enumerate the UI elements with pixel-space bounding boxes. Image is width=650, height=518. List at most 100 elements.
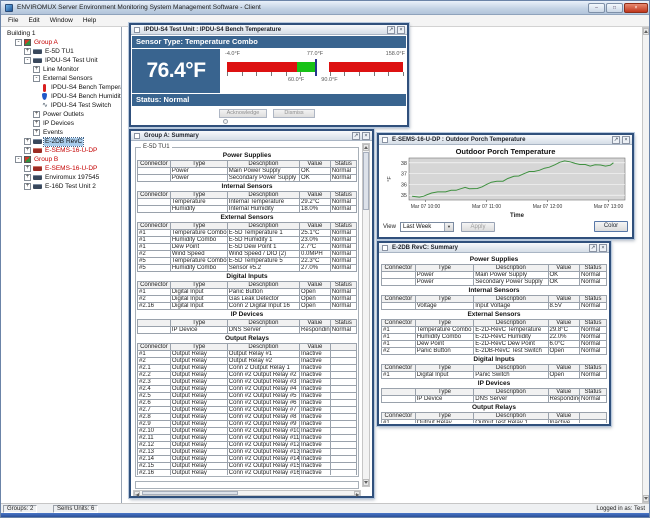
expand-icon[interactable]: +: [24, 48, 31, 55]
menu-item-help[interactable]: Help: [78, 15, 101, 26]
view-select[interactable]: Last Week ▼: [400, 222, 454, 232]
desktop-vertical-scrollbar[interactable]: [642, 27, 650, 503]
scroll-down-button[interactable]: [643, 495, 649, 502]
close-button[interactable]: ×: [624, 3, 648, 13]
application-window: ENVIROMUX Server Environment Monitoring …: [0, 0, 650, 518]
close-window-button[interactable]: ×: [397, 26, 405, 34]
expand-icon[interactable]: +: [33, 66, 40, 73]
table-cell: Dew Point: [170, 244, 227, 251]
color-button[interactable]: Color: [594, 221, 628, 232]
gauge-tick: [242, 72, 243, 76]
tree-item-external-sensors[interactable]: -External Sensors: [3, 74, 121, 83]
expand-icon[interactable]: +: [24, 183, 31, 190]
scrollbar-thumb[interactable]: [363, 152, 369, 210]
table-cell: 8.5V: [548, 303, 580, 310]
table-cell: E-2DB-RevC Test Switch: [474, 348, 548, 355]
scroll-up-button[interactable]: [363, 144, 369, 151]
apply-button[interactable]: Apply: [461, 222, 495, 232]
window-vertical-scrollbar[interactable]: [362, 143, 370, 487]
table-row: #2.12Output RelayConn #2 Output Relay #1…: [138, 442, 357, 449]
unit-summary-title-bar[interactable]: E-2DB RevC: Summary ↗ ×: [379, 243, 609, 253]
collapse-icon[interactable]: -: [15, 39, 22, 46]
expand-icon[interactable]: +: [33, 111, 40, 118]
collapse-icon[interactable]: -: [33, 75, 40, 82]
restore-window-button[interactable]: ↗: [612, 136, 620, 144]
tree-item-ipdu-s4-test-switch[interactable]: ∿IPDU-S4 Test Switch: [3, 101, 121, 110]
table-cell: Output Relay #1: [227, 351, 299, 358]
tree-item-ipdu-s4-bench-humidity[interactable]: IPDU-S4 Bench Humidity: [3, 92, 121, 101]
table-cell: #2.3: [138, 379, 171, 386]
maximize-button[interactable]: □: [606, 3, 623, 13]
tree-item-building-1[interactable]: Building 1: [3, 29, 121, 38]
expand-icon[interactable]: +: [24, 165, 31, 172]
expand-icon[interactable]: +: [24, 138, 31, 145]
expand-icon[interactable]: +: [24, 147, 31, 154]
close-window-button[interactable]: ×: [622, 136, 630, 144]
column-header: Description: [474, 265, 548, 272]
tree-item-enviromux-197545[interactable]: +Enviromux 197545: [3, 173, 121, 182]
menu-item-file[interactable]: File: [3, 15, 23, 26]
tree-item-line-monitor[interactable]: +Line Monitor: [3, 65, 121, 74]
column-header: Description: [227, 320, 299, 327]
table-header-row: ConnectorTypeDescriptionValue: [382, 413, 607, 420]
mdi-desktop: IPDU-S4 Test Unit : IPDU-S4 Bench Temper…: [122, 27, 650, 503]
y-tick-label: 38: [401, 161, 407, 167]
device-alarm-icon: [33, 148, 42, 153]
group-summary-title-bar[interactable]: Group A: Summary ↗ ×: [131, 131, 372, 141]
tree-item-ip-devices[interactable]: +IP Devices: [3, 119, 121, 128]
table-row: #5Temperature ComboE-5D Temperature 522.…: [138, 258, 357, 265]
column-header: [330, 344, 356, 351]
tree-item-group-a[interactable]: -Group A: [3, 38, 121, 47]
acknowledge-button[interactable]: Acknowledge: [219, 109, 267, 118]
chart-window-title-bar[interactable]: E-SEMS-16-U-DP : Outdoor Porch Temperatu…: [379, 135, 632, 145]
table-cell: Inactive: [300, 351, 331, 358]
table-cell: Conn #2 Output Relay #6: [227, 400, 299, 407]
table-cell: Digital Input: [170, 296, 227, 303]
scroll-right-button[interactable]: [354, 491, 360, 495]
collapse-icon[interactable]: -: [24, 57, 31, 64]
expand-icon[interactable]: +: [24, 174, 31, 181]
menu-item-window[interactable]: Window: [45, 15, 78, 26]
restore-window-button[interactable]: ↗: [352, 132, 360, 140]
menu-item-edit[interactable]: Edit: [23, 15, 44, 26]
tree-item-group-b[interactable]: -Group B: [3, 155, 121, 164]
close-window-button[interactable]: ×: [599, 244, 607, 252]
table-cell: #2.2: [138, 372, 171, 379]
collapse-icon[interactable]: -: [15, 156, 22, 163]
dismiss-button[interactable]: Dismiss: [273, 109, 315, 118]
minimize-button[interactable]: –: [588, 3, 605, 13]
table-row: TemperatureInternal Temperature29.2°CNor…: [138, 199, 357, 206]
tree-item-ipdu-s4-test-unit[interactable]: -IPDU-S4 Test Unit: [3, 56, 121, 65]
status-bar: Status: Normal: [132, 94, 406, 106]
scroll-up-button[interactable]: [643, 28, 649, 35]
column-header: Description: [474, 413, 548, 420]
device-group-label: E-5D TU1: [141, 144, 172, 151]
window-horizontal-scrollbar[interactable]: [133, 490, 361, 496]
tree-item-e-5d-tu1[interactable]: +E-5D TU1: [3, 47, 121, 56]
tree-item-ipdu-s4-bench-temperature[interactable]: IPDU-S4 Bench Temperature: [3, 83, 121, 92]
tree-item-e-sems-16-u-dp[interactable]: +E-SEMS-16-U-DP: [3, 164, 121, 173]
chevron-down-icon[interactable]: ▼: [444, 223, 453, 231]
scroll-down-button[interactable]: [363, 479, 369, 486]
tree-item-e-16d-test-unit-2[interactable]: +E-16D Test Unit 2: [3, 182, 121, 191]
expand-icon[interactable]: +: [33, 129, 40, 136]
restore-window-button[interactable]: ↗: [387, 26, 395, 34]
restore-window-button[interactable]: ↗: [589, 244, 597, 252]
scrollbar-thumb[interactable]: [142, 491, 238, 495]
arrow-right-icon: [356, 493, 359, 497]
tree-item-events[interactable]: +Events: [3, 128, 121, 137]
expand-icon[interactable]: +: [33, 120, 40, 127]
column-header: Description: [474, 320, 548, 327]
table-row: #2.11Output RelayConn #2 Output Relay #1…: [138, 435, 357, 442]
sensor-window-title-bar[interactable]: IPDU-S4 Test Unit : IPDU-S4 Bench Temper…: [131, 25, 407, 35]
table-cell: #1: [382, 420, 416, 424]
tree-item-power-outlets[interactable]: +Power Outlets: [3, 110, 121, 119]
windows-taskbar[interactable]: [1, 513, 650, 518]
scroll-left-button[interactable]: [134, 491, 140, 495]
table-cell: [382, 303, 416, 310]
column-header: Description: [227, 192, 299, 199]
tree-item-e-sems-16-u-dp[interactable]: +E-SEMS-16-U-DP: [3, 146, 121, 155]
tree-item-e-2db-revc[interactable]: +E-2DB RevC: [3, 137, 121, 146]
close-window-button[interactable]: ×: [362, 132, 370, 140]
section-title: Internal Sensors: [137, 183, 357, 190]
